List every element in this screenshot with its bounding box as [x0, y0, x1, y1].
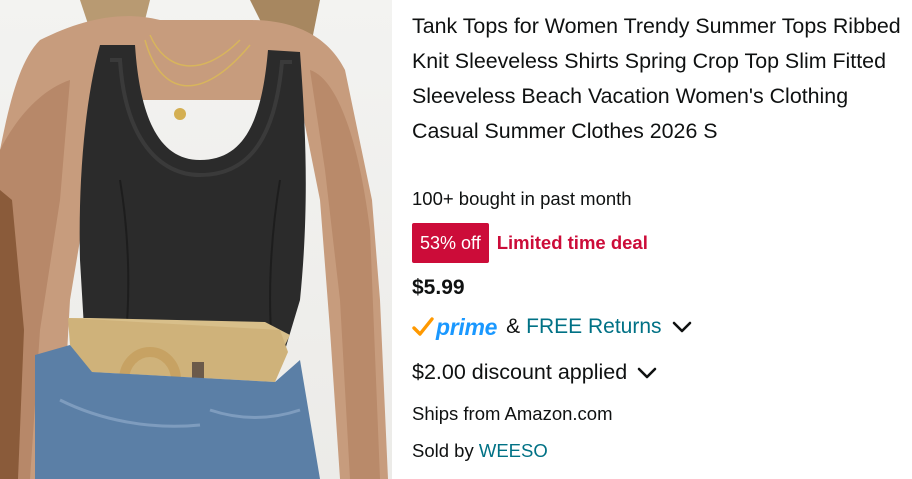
product-photo-illustration — [0, 0, 388, 479]
product-title[interactable]: Tank Tops for Women Trendy Summer Tops R… — [412, 9, 902, 149]
product-image[interactable] — [0, 0, 392, 479]
sold-by: Sold by WEESO — [412, 440, 548, 462]
ships-from: Ships from Amazon.com — [412, 403, 613, 424]
price: $5.99 — [412, 276, 465, 299]
bought-count: 100+ bought in past month — [412, 188, 632, 209]
prime-check-icon — [412, 317, 434, 336]
chevron-down-icon[interactable] — [637, 366, 657, 380]
discount-badge: 53% off — [412, 223, 489, 263]
discount-applied[interactable]: $2.00 discount applied — [412, 360, 657, 385]
prime-word: prime — [436, 313, 498, 340]
deal-label: Limited time deal — [496, 232, 648, 253]
free-returns-link[interactable]: FREE Returns — [526, 315, 661, 339]
prime-free-returns[interactable]: prime & FREE Returns — [412, 312, 692, 342]
sold-by-label: Sold by — [412, 440, 474, 461]
seller-link[interactable]: WEESO — [479, 440, 548, 461]
deal-row: 53% off Limited time deal — [412, 223, 648, 263]
chevron-down-icon[interactable] — [672, 320, 692, 334]
ampersand: & — [506, 315, 521, 338]
prime-logo: prime — [412, 314, 497, 341]
discount-text: $2.00 discount applied — [412, 360, 628, 384]
